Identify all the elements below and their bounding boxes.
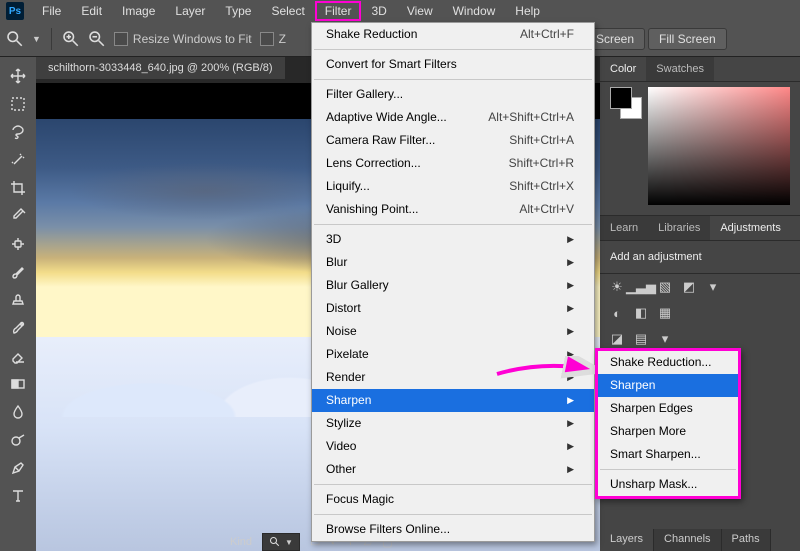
menu-type[interactable]: Type [215,1,261,21]
adjustments-panel: Learn Libraries Adjustments Add an adjus… [600,216,800,352]
adj-bw-icon[interactable]: ◧ [632,304,650,322]
filter-item-noise[interactable]: Noise▶ [312,320,594,343]
zoom-all-checkbox[interactable]: Z [260,32,286,46]
tab-learn[interactable]: Learn [600,216,648,240]
filter-item-convert-for-smart-filters[interactable]: Convert for Smart Filters [312,53,594,76]
filter-item-stylize[interactable]: Stylize▶ [312,412,594,435]
adj-levels-icon[interactable]: ▁▃▅ [632,278,650,296]
zoom-out-icon[interactable] [88,30,106,48]
foreground-color[interactable] [610,87,632,109]
dodge-tool[interactable] [4,427,32,453]
filter-item-distort[interactable]: Distort▶ [312,297,594,320]
tools-panel [0,57,36,551]
tab-adjustments[interactable]: Adjustments [710,216,791,240]
color-picker[interactable] [648,87,790,205]
lasso-tool[interactable] [4,119,32,145]
crop-tool[interactable] [4,175,32,201]
move-tool[interactable] [4,63,32,89]
filter-item-video[interactable]: Video▶ [312,435,594,458]
filter-item-blur-gallery[interactable]: Blur Gallery▶ [312,274,594,297]
tab-paths[interactable]: Paths [722,529,771,551]
sharpen-item-sharpen-more[interactable]: Sharpen More [598,420,738,443]
adj-posterize-icon[interactable]: ▤ [632,330,650,348]
history-brush-tool[interactable] [4,315,32,341]
adj-caret2-icon[interactable]: ▾ [656,330,674,348]
filter-item-pixelate[interactable]: Pixelate▶ [312,343,594,366]
tab-layers[interactable]: Layers [600,529,654,551]
sharpen-item-smart-sharpen-[interactable]: Smart Sharpen... [598,443,738,466]
sharpen-item-sharpen[interactable]: Sharpen [598,374,738,397]
adj-photo-filter-icon[interactable]: ▦ [656,304,674,322]
filter-item-filter-gallery-[interactable]: Filter Gallery... [312,83,594,106]
adj-invert-icon[interactable]: ◪ [608,330,626,348]
marquee-tool[interactable] [4,91,32,117]
layers-panel-tabs: Layers Channels Paths [600,529,800,551]
filter-item-3d[interactable]: 3D▶ [312,228,594,251]
filter-item-camera-raw-filter-[interactable]: Camera Raw Filter...Shift+Ctrl+A [312,129,594,152]
filter-item-browse-filters-online-[interactable]: Browse Filters Online... [312,518,594,541]
adj-exposure-icon[interactable]: ◩ [680,278,698,296]
filter-menu-dropdown: Shake ReductionAlt+Ctrl+F Convert for Sma… [311,22,595,542]
menubar: Ps FileEditImageLayerTypeSelectFilter3DV… [0,0,800,22]
sharpen-submenu: Shake Reduction...SharpenSharpen EdgesSh… [595,348,741,499]
blur-tool[interactable] [4,399,32,425]
app-logo: Ps [6,2,24,20]
resize-windows-checkbox[interactable]: Resize Windows to Fit [114,32,252,46]
menu-help[interactable]: Help [505,1,550,21]
search-icon [269,536,281,548]
adj-brightness-icon[interactable]: ☀ [608,278,626,296]
zoom-tool-icon[interactable] [6,30,24,48]
filter-item-other[interactable]: Other▶ [312,458,594,481]
tab-libraries[interactable]: Libraries [648,216,710,240]
menu-edit[interactable]: Edit [71,1,112,21]
adjustments-title: Add an adjustment [600,241,800,274]
type-tool[interactable] [4,483,32,509]
color-panel: Color Swatches [600,57,800,216]
eyedropper-tool[interactable] [4,203,32,229]
sharpen-item-unsharp-mask-[interactable]: Unsharp Mask... [598,473,738,496]
filter-item-adaptive-wide-angle-[interactable]: Adaptive Wide Angle...Alt+Shift+Ctrl+A [312,106,594,129]
spot-heal-tool[interactable] [4,231,32,257]
kind-select[interactable]: ▼ [262,533,300,551]
eraser-tool[interactable] [4,343,32,369]
filter-item-render[interactable]: Render▶ [312,366,594,389]
tab-color[interactable]: Color [600,57,646,81]
sharpen-item-sharpen-edges[interactable]: Sharpen Edges [598,397,738,420]
sharpen-item-shake-reduction-[interactable]: Shake Reduction... [598,351,738,374]
menu-3d[interactable]: 3D [361,1,396,21]
adj-vibrance-icon[interactable]: ◐ [608,304,626,322]
adj-caret-icon[interactable]: ▾ [704,278,722,296]
resize-windows-label: Resize Windows to Fit [133,32,252,46]
menu-select[interactable]: Select [261,1,314,21]
gradient-tool[interactable] [4,371,32,397]
menu-view[interactable]: View [397,1,443,21]
menu-image[interactable]: Image [112,1,165,21]
filter-item-shake-reduction[interactable]: Shake ReductionAlt+Ctrl+F [312,23,594,46]
menu-file[interactable]: File [32,1,71,21]
zoom-in-icon[interactable] [62,30,80,48]
tab-channels[interactable]: Channels [654,529,721,551]
adj-curves-icon[interactable]: ▧ [656,278,674,296]
filter-item-lens-correction-[interactable]: Lens Correction...Shift+Ctrl+R [312,152,594,175]
menu-window[interactable]: Window [443,1,506,21]
dropdown-caret-icon[interactable]: ▼ [32,34,41,44]
tab-swatches[interactable]: Swatches [646,57,714,81]
fill-screen-button[interactable]: Fill Screen [648,28,727,50]
document-tab[interactable]: schilthorn-3033448_640.jpg @ 200% (RGB/8… [36,57,285,79]
chevron-down-icon: ▼ [285,538,293,547]
menu-layer[interactable]: Layer [165,1,215,21]
filter-item-vanishing-point-[interactable]: Vanishing Point...Alt+Ctrl+V [312,198,594,221]
filter-item-focus-magic[interactable]: Focus Magic [312,488,594,511]
kind-label: Kind [230,536,252,548]
pen-tool[interactable] [4,455,32,481]
menu-filter[interactable]: Filter [315,1,362,21]
zoom-all-label: Z [279,32,286,46]
brush-tool[interactable] [4,259,32,285]
filter-item-sharpen[interactable]: Sharpen▶ [312,389,594,412]
filter-item-blur[interactable]: Blur▶ [312,251,594,274]
magic-wand-tool[interactable] [4,147,32,173]
clone-stamp-tool[interactable] [4,287,32,313]
filter-item-liquify-[interactable]: Liquify...Shift+Ctrl+X [312,175,594,198]
